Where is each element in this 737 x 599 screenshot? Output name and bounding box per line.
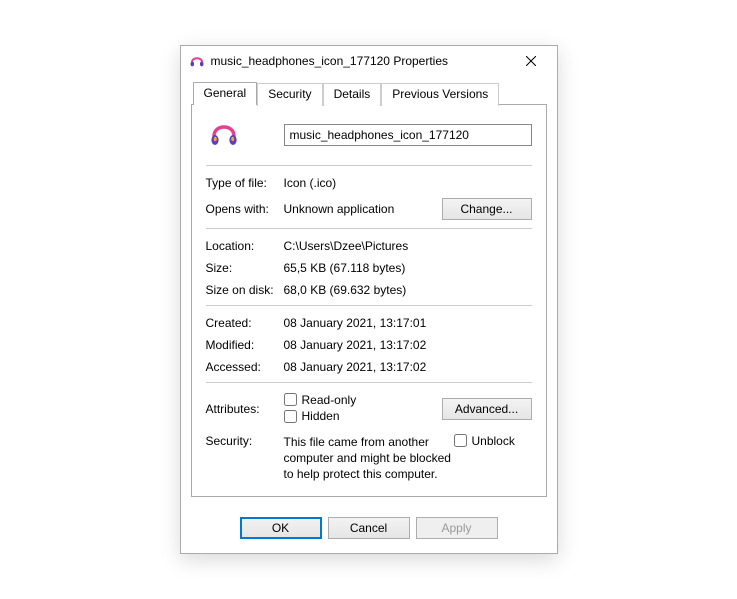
change-button[interactable]: Change... xyxy=(442,198,532,220)
close-button[interactable] xyxy=(511,49,551,73)
file-icon xyxy=(208,119,240,151)
checkbox-hidden-input[interactable] xyxy=(284,410,297,423)
checkbox-unblock-input[interactable] xyxy=(454,434,467,447)
label-accessed: Accessed: xyxy=(206,360,284,374)
checkbox-readonly[interactable]: Read-only xyxy=(284,393,357,407)
tab-previous-versions[interactable]: Previous Versions xyxy=(381,83,499,106)
value-size-on-disk: 68,0 KB (69.632 bytes) xyxy=(284,283,532,297)
tab-details[interactable]: Details xyxy=(323,83,382,106)
tab-panel-general: Type of file: Icon (.ico) Opens with: Un… xyxy=(191,104,547,498)
label-opens-with: Opens with: xyxy=(206,202,284,216)
headphones-icon xyxy=(189,53,205,69)
label-created: Created: xyxy=(206,316,284,330)
checkbox-hidden-label: Hidden xyxy=(302,409,340,423)
cancel-button[interactable]: Cancel xyxy=(328,517,410,539)
label-attributes: Attributes: xyxy=(206,402,284,416)
value-type-of-file: Icon (.ico) xyxy=(284,176,532,190)
titlebar: music_headphones_icon_177120 Properties xyxy=(181,46,557,76)
label-size-on-disk: Size on disk: xyxy=(206,283,284,297)
label-modified: Modified: xyxy=(206,338,284,352)
label-size: Size: xyxy=(206,261,284,275)
security-text: This file came from another computer and… xyxy=(284,434,454,483)
value-accessed: 08 January 2021, 13:17:02 xyxy=(284,360,532,374)
value-size: 65,5 KB (67.118 bytes) xyxy=(284,261,532,275)
checkbox-hidden[interactable]: Hidden xyxy=(284,409,340,423)
close-icon xyxy=(526,56,536,66)
value-location: C:\Users\Dzee\Pictures xyxy=(284,239,532,253)
filename-input[interactable] xyxy=(284,124,532,146)
label-security: Security: xyxy=(206,434,284,448)
ok-button[interactable]: OK xyxy=(240,517,322,539)
advanced-button[interactable]: Advanced... xyxy=(442,398,532,420)
value-created: 08 January 2021, 13:17:01 xyxy=(284,316,532,330)
window-title: music_headphones_icon_177120 Properties xyxy=(211,54,511,68)
value-modified: 08 January 2021, 13:17:02 xyxy=(284,338,532,352)
checkbox-unblock-label: Unblock xyxy=(472,434,515,448)
tab-general[interactable]: General xyxy=(193,82,258,105)
label-location: Location: xyxy=(206,239,284,253)
checkbox-readonly-input[interactable] xyxy=(284,393,297,406)
properties-dialog: music_headphones_icon_177120 Properties … xyxy=(180,45,558,555)
checkbox-readonly-label: Read-only xyxy=(302,393,357,407)
tab-security[interactable]: Security xyxy=(257,83,322,106)
checkbox-unblock[interactable]: Unblock xyxy=(454,434,515,448)
tab-strip: General Security Details Previous Versio… xyxy=(191,82,547,105)
apply-button[interactable]: Apply xyxy=(416,517,498,539)
value-opens-with: Unknown application xyxy=(284,202,442,216)
dialog-footer: OK Cancel Apply xyxy=(181,507,557,553)
label-type-of-file: Type of file: xyxy=(206,176,284,190)
